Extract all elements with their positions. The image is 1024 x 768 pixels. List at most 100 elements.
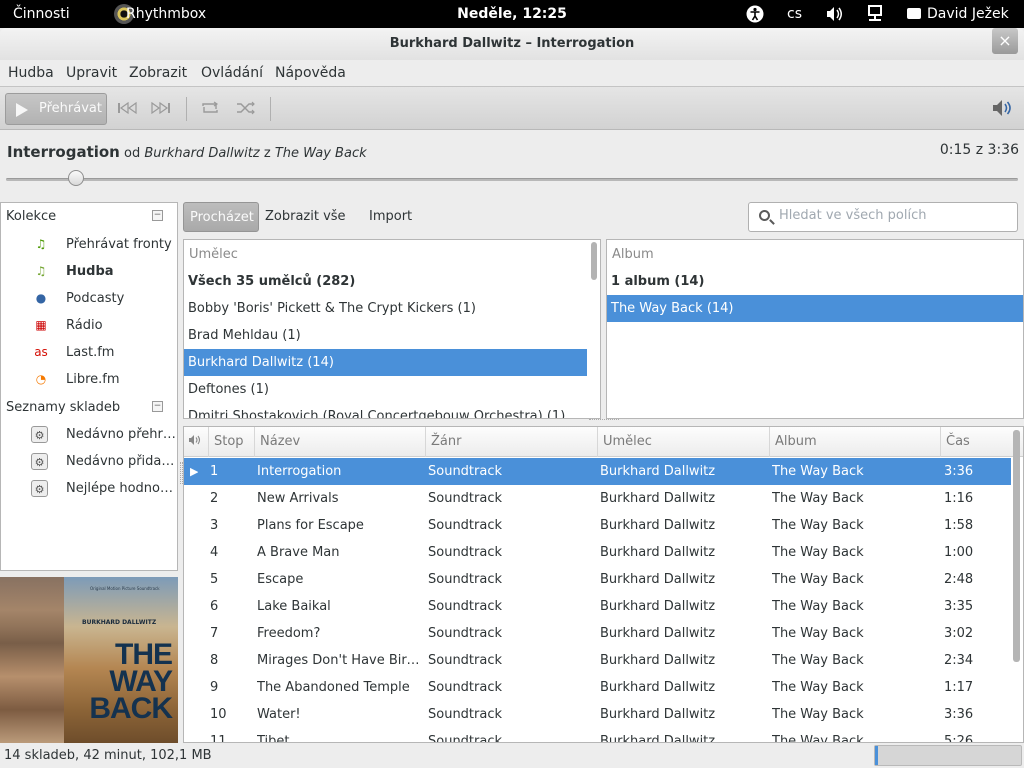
tab-browse[interactable]: Procházet (183, 202, 259, 232)
track-album: The Way Back (772, 464, 864, 479)
track-row[interactable]: 9 The Abandoned Temple Soundtrack Burkhard … (184, 674, 1011, 701)
track-row[interactable]: 3 Plans for Escape Soundtrack Burkhard Dall… (184, 512, 1011, 539)
search-icon (759, 210, 770, 221)
sidebar-playlist-item[interactable]: ⚙ Nedávno přehrané (31, 421, 177, 448)
column-header-genre[interactable]: Žánr (425, 427, 597, 457)
sidebar-item[interactable]: ♫ Přehrávat fronty (31, 231, 177, 258)
track-list-scrollbar[interactable] (1013, 430, 1020, 662)
track-row[interactable]: 6 Lake Baikal Soundtrack Burkhard Dallwitz T… (184, 593, 1011, 620)
column-header-title[interactable]: Název (254, 427, 425, 457)
accessibility-icon[interactable] (746, 0, 764, 28)
play-icon (16, 103, 28, 117)
browse-bar: Procházet Zobrazit vše Import (183, 202, 1024, 234)
sidebar-item-label: Nejlépe hodnocené (66, 481, 176, 496)
track-album: The Way Back (772, 572, 864, 587)
artist-browser[interactable]: Umělec Všech 35 umělců (282) Bobby 'Boris… (183, 239, 601, 419)
menu-upravit[interactable]: Upravit (66, 65, 117, 81)
track-row[interactable]: ▶ 1 Interrogation Soundtrack Burkhard Dallwi… (184, 458, 1011, 485)
artist-column-header[interactable]: Umělec (189, 247, 238, 262)
track-number: 10 (210, 707, 227, 722)
album-cover: Original Motion Picture Soundtrack BURKH… (0, 577, 178, 743)
menu-hudba[interactable]: Hudba (8, 65, 54, 81)
now-playing-column-icon[interactable] (188, 434, 202, 449)
track-genre: Soundtrack (428, 707, 503, 722)
column-header-album[interactable]: Album (769, 427, 940, 457)
track-duration: 5:26 (944, 734, 974, 743)
menu-ovladani[interactable]: Ovládání (201, 65, 263, 81)
now-playing-artist: Burkhard Dallwitz (144, 146, 260, 161)
now-playing-title: Interrogation (7, 143, 120, 161)
collapse-playlists-icon[interactable]: − (152, 401, 163, 412)
track-title: Interrogation (257, 464, 342, 479)
track-artist: Burkhard Dallwitz (600, 599, 716, 614)
artist-scrollbar[interactable] (591, 242, 597, 280)
playlists-header[interactable]: Seznamy skladeb (6, 400, 120, 415)
track-title: Lake Baikal (257, 599, 331, 614)
window-titlebar[interactable]: Burkhard Dallwitz – Interrogation × (0, 28, 1024, 60)
library-header[interactable]: Kolekce (6, 209, 56, 224)
track-number: 5 (210, 572, 219, 587)
track-row[interactable]: 5 Escape Soundtrack Burkhard Dallwitz The Wa… (184, 566, 1011, 593)
user-menu[interactable]: David Ježek (907, 0, 1009, 28)
sidebar-item[interactable]: ♫ Hudba (31, 258, 177, 285)
artist-row[interactable]: Burkhard Dallwitz (14) (184, 349, 587, 376)
sidebar-item[interactable]: as Last.fm (31, 339, 177, 366)
track-number: 3 (210, 518, 219, 533)
next-icon[interactable] (151, 101, 171, 118)
artist-row[interactable]: Brad Mehldau (1) (184, 322, 587, 349)
sidebar-item[interactable]: ● Podcasty (31, 285, 177, 312)
track-genre: Soundtrack (428, 518, 503, 533)
pane-resize-grip[interactable] (589, 419, 619, 422)
track-duration: 1:00 (944, 545, 974, 560)
radio-icon: ▦ (35, 318, 47, 332)
track-row[interactable]: 7 Freedom? Soundtrack Burkhard Dallwitz The … (184, 620, 1011, 647)
menu-zobrazit[interactable]: Zobrazit (129, 65, 187, 81)
track-title: The Abandoned Temple (257, 680, 410, 695)
repeat-icon[interactable] (200, 101, 220, 118)
track-genre: Soundtrack (428, 599, 503, 614)
track-genre: Soundtrack (428, 680, 503, 695)
album-column-header[interactable]: Album (612, 247, 654, 262)
shuffle-icon[interactable] (236, 101, 256, 118)
previous-icon[interactable] (117, 101, 137, 118)
search-box[interactable] (748, 202, 1018, 232)
column-header-duration[interactable]: Čas (940, 427, 1011, 457)
track-duration: 2:34 (944, 653, 974, 668)
network-icon[interactable] (867, 0, 885, 28)
track-row[interactable]: 10 Water! Soundtrack Burkhard Dallwitz The W… (184, 701, 1011, 728)
column-header-artist[interactable]: Umělec (597, 427, 769, 457)
track-row[interactable]: 11 Tibet Soundtrack Burkhard Dallwitz The Wa… (184, 728, 1011, 743)
sidebar-item-label: Last.fm (66, 345, 115, 360)
album-row[interactable]: 1 album (14) (607, 268, 1023, 295)
sidebar-playlist-item[interactable]: ⚙ Nedávno přidané (31, 448, 177, 475)
track-row[interactable]: 4 A Brave Man Soundtrack Burkhard Dallwitz T… (184, 539, 1011, 566)
artist-row[interactable]: Všech 35 umělců (282) (184, 268, 587, 295)
sidebar-item[interactable]: ◔ Libre.fm (31, 366, 177, 393)
album-browser[interactable]: Album 1 album (14) The Way Back (14) (606, 239, 1024, 419)
play-button[interactable]: Přehrávat (5, 93, 107, 125)
volume-icon[interactable] (826, 0, 844, 28)
seek-handle[interactable] (68, 170, 85, 186)
column-header-track-number[interactable]: Stop (208, 427, 252, 457)
artist-row[interactable]: Dmitri Shostakovich (Royal Concertgebouw… (184, 403, 587, 418)
artist-row[interactable]: Deftones (1) (184, 376, 587, 403)
track-row[interactable]: 8 Mirages Don't Have Birds Soundtrack Burkh… (184, 647, 1011, 674)
cover-title-line: WAY (109, 665, 173, 698)
tab-show-all[interactable]: Zobrazit vše (259, 202, 352, 232)
sidebar-item-label: Libre.fm (66, 372, 120, 387)
menu-napoveda[interactable]: Nápověda (275, 65, 346, 81)
seek-bar[interactable] (6, 178, 1018, 181)
close-button[interactable]: × (992, 28, 1018, 54)
track-title: Plans for Escape (257, 518, 364, 533)
track-row[interactable]: 2 New Arrivals Soundtrack Burkhard Dallwitz… (184, 485, 1011, 512)
collapse-library-icon[interactable]: − (152, 210, 163, 221)
keyboard-layout-indicator[interactable]: cs (787, 0, 802, 28)
volume-button[interactable] (992, 99, 1014, 122)
sidebar-playlist-item[interactable]: ⚙ Nejlépe hodnocené (31, 475, 177, 502)
artist-row[interactable]: Bobby 'Boris' Pickett & The Crypt Kicker… (184, 295, 587, 322)
track-list[interactable]: Stop Název Žánr Umělec Album Čas ▶ 1 Inter… (183, 426, 1024, 743)
sidebar-item[interactable]: ▦ Rádio (31, 312, 177, 339)
tab-import[interactable]: Import (363, 202, 418, 232)
search-input[interactable] (779, 208, 1009, 223)
album-row[interactable]: The Way Back (14) (607, 295, 1023, 322)
